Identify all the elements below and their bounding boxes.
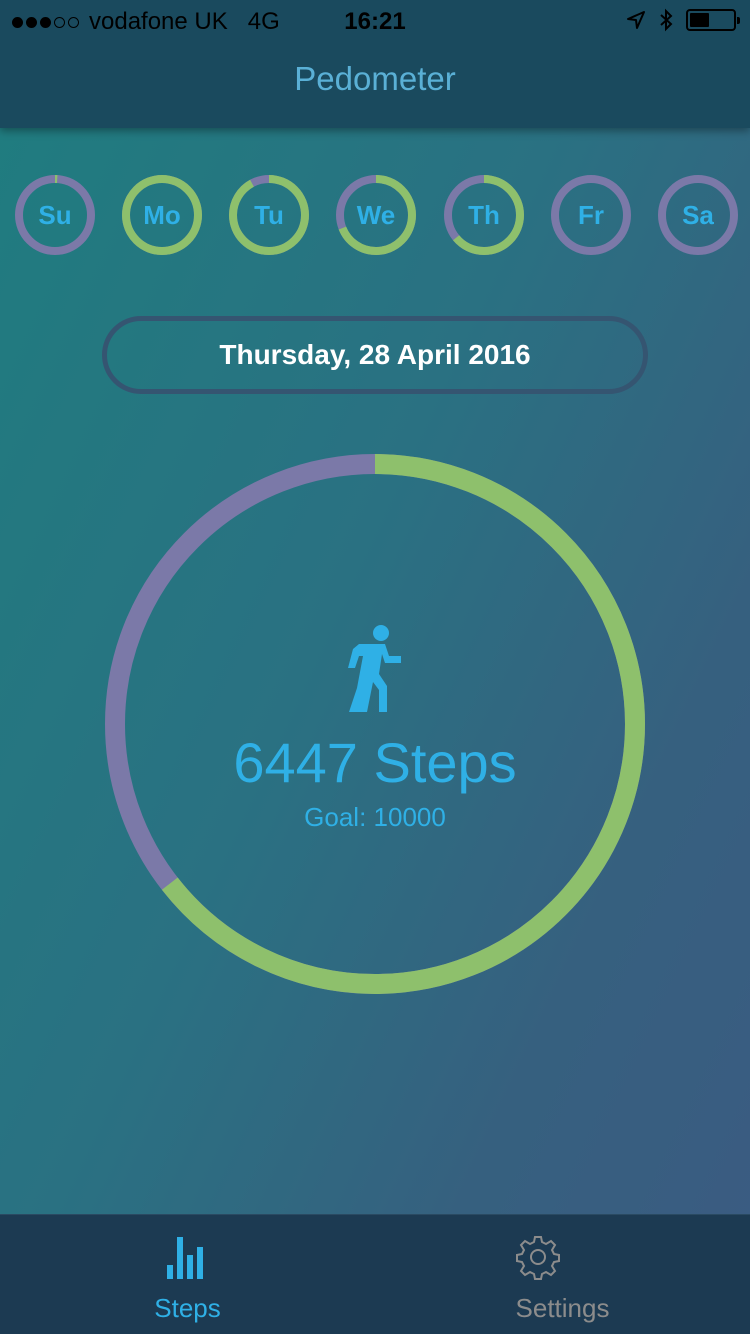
day-sa[interactable]: Sa: [656, 173, 740, 257]
week-day-selector: Su Mo Tu We Th Fr Sa: [0, 173, 750, 257]
status-bar: vodafone UK 4G 16:21: [0, 0, 750, 40]
bluetooth-icon: [660, 8, 673, 32]
day-label: Su: [38, 200, 72, 230]
top-bar: vodafone UK 4G 16:21 Pedometer: [0, 0, 750, 128]
day-mo[interactable]: Mo: [120, 173, 204, 257]
tab-settings[interactable]: Settings: [375, 1215, 750, 1334]
tab-bar: Steps Settings: [0, 1214, 750, 1334]
day-label: We: [356, 200, 396, 230]
day-label: Th: [468, 200, 500, 230]
day-su[interactable]: Su: [13, 173, 97, 257]
page-title: Pedometer: [294, 60, 456, 97]
day-th[interactable]: Th: [442, 173, 526, 257]
day-we[interactable]: We: [334, 173, 418, 257]
day-label: Fr: [578, 200, 604, 230]
day-label: Mo: [143, 200, 181, 230]
step-goal: Goal: 10000: [304, 802, 446, 832]
day-label: Tu: [254, 200, 284, 230]
date-label[interactable]: Thursday, 28 April 2016: [102, 316, 648, 394]
status-right: [626, 8, 740, 32]
day-fr[interactable]: Fr: [549, 173, 633, 257]
day-label: Sa: [682, 200, 714, 230]
location-arrow-icon: [627, 11, 645, 29]
step-count: 6447 Steps: [233, 731, 517, 794]
tab-settings-label: Settings: [515, 1293, 610, 1323]
gear-icon: [516, 1236, 560, 1280]
day-tu[interactable]: Tu: [227, 173, 311, 257]
bar-chart-icon: [167, 1237, 203, 1279]
battery-icon: [686, 9, 740, 31]
step-progress-ring: [105, 454, 645, 994]
tab-steps-label: Steps: [154, 1293, 221, 1323]
walking-person-icon: [348, 625, 401, 712]
tab-steps[interactable]: Steps: [0, 1215, 375, 1334]
